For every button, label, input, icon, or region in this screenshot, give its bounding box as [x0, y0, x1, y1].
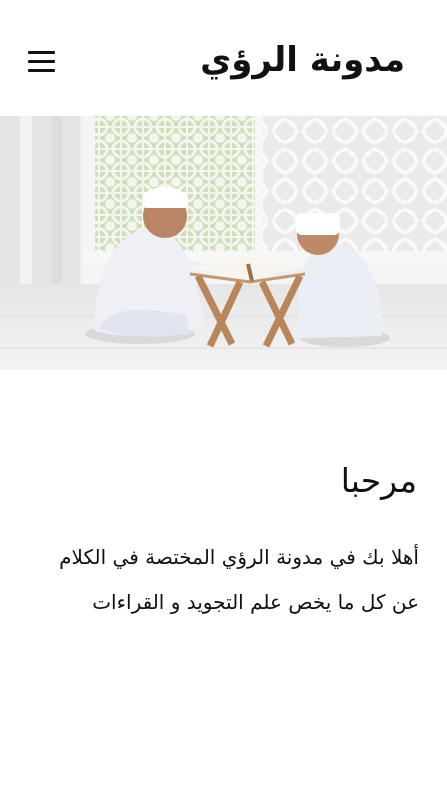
intro-paragraph: أهلا بك في مدونة الرؤي المختصة في الكلام…	[59, 545, 419, 614]
hero-image	[0, 116, 447, 370]
site-header: مدونة الرؤي	[0, 0, 447, 116]
site-title[interactable]: مدونة الرؤي	[200, 36, 405, 84]
hamburger-menu-icon[interactable]	[26, 46, 58, 76]
main-content: مرحبا أهلا بك في مدونة الرؤي المختصة في …	[0, 370, 447, 795]
welcome-heading: مرحبا	[340, 461, 417, 500]
